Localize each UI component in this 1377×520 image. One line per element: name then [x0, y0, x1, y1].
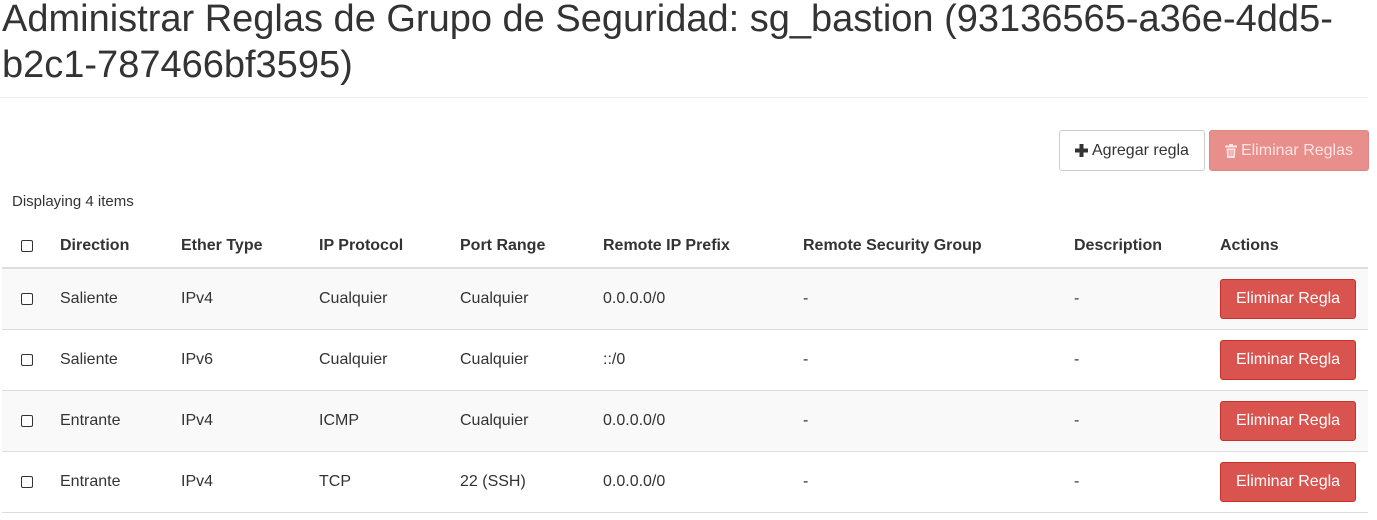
- header-ip-protocol[interactable]: IP Protocol: [319, 225, 460, 269]
- cell-ether-type: IPv6: [181, 329, 319, 391]
- table-row: Saliente IPv6 Cualquier Cualquier ::/0 -…: [2, 329, 1368, 391]
- cell-port-range: Cualquier: [460, 390, 603, 452]
- page-title: Administrar Reglas de Grupo de Seguridad…: [2, 0, 1333, 86]
- cell-ip-protocol: Cualquier: [319, 329, 460, 391]
- delete-rule-button[interactable]: Eliminar Regla: [1220, 401, 1357, 441]
- cell-direction: Saliente: [60, 268, 181, 330]
- cell-ip-protocol: ICMP: [319, 390, 460, 452]
- header-port-range[interactable]: Port Range: [460, 225, 603, 269]
- table-actions: Agregar regla Eliminar Reglas: [1059, 130, 1369, 171]
- cell-remote-ip-prefix: ::/0: [603, 329, 803, 391]
- header-description[interactable]: Description: [1074, 225, 1220, 269]
- row-select-cell: [2, 451, 60, 513]
- cell-description: -: [1074, 329, 1220, 391]
- cell-remote-ip-prefix: 0.0.0.0/0: [603, 451, 803, 513]
- delete-rule-button[interactable]: Eliminar Regla: [1220, 279, 1357, 319]
- cell-remote-security-group: -: [803, 329, 1074, 391]
- select-all-checkbox[interactable]: [21, 239, 33, 252]
- table-header-row: Direction Ether Type IP Protocol Port Ra…: [2, 225, 1368, 269]
- cell-ip-protocol: TCP: [319, 451, 460, 513]
- cell-remote-ip-prefix: 0.0.0.0/0: [603, 390, 803, 452]
- row-select-cell: [2, 268, 60, 330]
- trash-icon: [1224, 143, 1237, 158]
- cell-description: -: [1074, 268, 1220, 330]
- add-rule-label: Agregar regla: [1092, 141, 1189, 159]
- header-actions: Actions: [1220, 225, 1368, 269]
- cell-description: -: [1074, 390, 1220, 452]
- row-checkbox[interactable]: [21, 292, 33, 305]
- cell-remote-ip-prefix: 0.0.0.0/0: [603, 268, 803, 330]
- row-checkbox[interactable]: [21, 353, 33, 366]
- rules-table: Direction Ether Type IP Protocol Port Ra…: [2, 225, 1368, 513]
- item-count: Displaying 4 items: [12, 193, 134, 210]
- table-row: Saliente IPv4 Cualquier Cualquier 0.0.0.…: [2, 268, 1368, 330]
- header-direction[interactable]: Direction: [60, 225, 181, 269]
- delete-rules-label: Eliminar Reglas: [1240, 141, 1353, 159]
- delete-rules-button[interactable]: Eliminar Reglas: [1208, 130, 1369, 171]
- cell-direction: Entrante: [60, 451, 181, 513]
- cell-actions: Eliminar Regla: [1220, 390, 1368, 452]
- add-rule-button[interactable]: Agregar regla: [1059, 130, 1205, 171]
- header-remote-security-group[interactable]: Remote Security Group: [803, 225, 1074, 269]
- cell-port-range: 22 (SSH): [460, 451, 603, 513]
- title-divider: [0, 97, 1368, 98]
- cell-actions: Eliminar Regla: [1220, 268, 1368, 330]
- cell-port-range: Cualquier: [460, 329, 603, 391]
- row-checkbox[interactable]: [21, 414, 33, 427]
- cell-remote-security-group: -: [803, 451, 1074, 513]
- select-all-cell: [2, 225, 60, 269]
- row-select-cell: [2, 329, 60, 391]
- cell-remote-security-group: -: [803, 268, 1074, 330]
- delete-rule-button[interactable]: Eliminar Regla: [1220, 340, 1357, 380]
- row-select-cell: [2, 390, 60, 452]
- cell-direction: Saliente: [60, 329, 181, 391]
- cell-ether-type: IPv4: [181, 268, 319, 330]
- cell-ether-type: IPv4: [181, 390, 319, 452]
- cell-ip-protocol: Cualquier: [319, 268, 460, 330]
- cell-direction: Entrante: [60, 390, 181, 452]
- cell-description: -: [1074, 451, 1220, 513]
- cell-ether-type: IPv4: [181, 451, 319, 513]
- plus-icon: [1075, 144, 1088, 157]
- table-row: Entrante IPv4 ICMP Cualquier 0.0.0.0/0 -…: [2, 390, 1368, 452]
- cell-actions: Eliminar Regla: [1220, 451, 1368, 513]
- row-checkbox[interactable]: [21, 475, 33, 488]
- table-row: Entrante IPv4 TCP 22 (SSH) 0.0.0.0/0 - -…: [2, 451, 1368, 513]
- header-ether-type[interactable]: Ether Type: [181, 225, 319, 269]
- delete-rule-button[interactable]: Eliminar Regla: [1220, 462, 1357, 502]
- cell-actions: Eliminar Regla: [1220, 329, 1368, 391]
- cell-port-range: Cualquier: [460, 268, 603, 330]
- header-remote-ip-prefix[interactable]: Remote IP Prefix: [603, 225, 803, 269]
- cell-remote-security-group: -: [803, 390, 1074, 452]
